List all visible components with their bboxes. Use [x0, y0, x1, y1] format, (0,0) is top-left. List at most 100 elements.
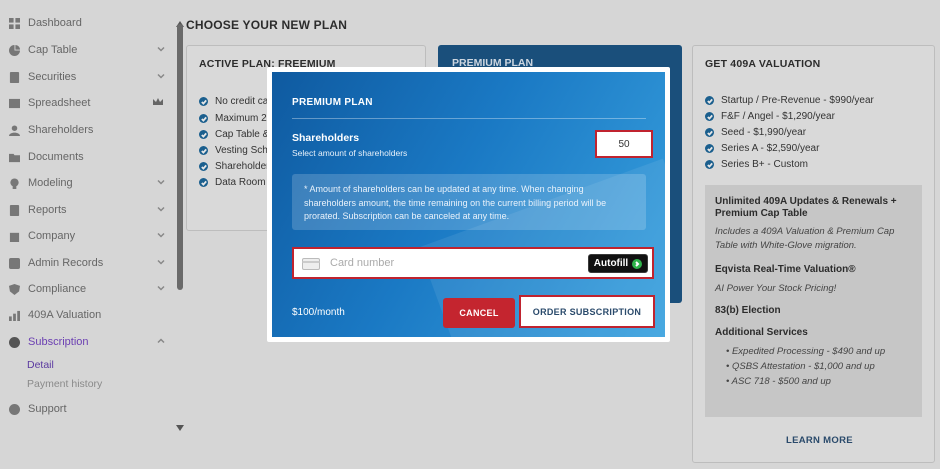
sidebar-subitem-detail[interactable]: Detail	[27, 359, 54, 371]
unlimited-title: Unlimited 409A Updates & Renewals +	[715, 196, 897, 207]
unlimited-desc: Includes a 409A Valuation & Premium Cap	[715, 226, 895, 237]
chevron-down-icon[interactable]	[156, 204, 166, 214]
scrollbar-thumb[interactable]	[177, 24, 183, 290]
chevron-down-icon[interactable]	[156, 283, 166, 293]
info-icon	[8, 336, 20, 348]
card-number-input[interactable]: Card number Autofill	[292, 247, 654, 279]
additional-item: • ASC 718 - $500 and up	[726, 376, 831, 387]
page-title: CHOOSE YOUR NEW PLAN	[186, 18, 348, 32]
sidebar-item-shareholders[interactable]: Shareholders	[8, 119, 172, 141]
sidebar-item-label: Dashboard	[28, 17, 82, 29]
realtime-title: Eqvista Real-Time Valuation®	[715, 264, 856, 275]
election-title: 83(b) Election	[715, 305, 781, 316]
sidebar-item-compliance[interactable]: Compliance	[8, 278, 172, 300]
sidebar-item-label: 409A Valuation	[28, 309, 102, 321]
chevron-down-icon[interactable]	[156, 44, 166, 54]
sidebar-item-label: Securities	[28, 71, 77, 83]
chevron-up-icon[interactable]	[156, 336, 166, 346]
user-icon	[8, 124, 20, 136]
chevron-down-icon[interactable]	[156, 177, 166, 187]
sidebar-item-label: Documents	[28, 151, 84, 163]
spreadsheet-icon	[8, 97, 20, 109]
building-icon	[8, 230, 20, 242]
chart-icon	[8, 309, 20, 321]
check-circle-icon	[705, 96, 714, 105]
check-circle-icon	[705, 128, 714, 137]
modal-body: PREMIUM PLAN Shareholders Select amount …	[272, 72, 665, 337]
check-circle-icon	[705, 144, 714, 153]
sidebar-item-spreadsheet[interactable]: Spreadsheet	[8, 92, 172, 114]
pie-chart-icon	[8, 44, 20, 56]
feature-item: Maximum 20	[199, 113, 272, 124]
sidebar: Dashboard Cap Table Securities Spreadshe…	[0, 0, 178, 469]
cancel-button[interactable]: CANCEL	[443, 298, 515, 328]
sidebar-item-cap-table[interactable]: Cap Table	[8, 39, 172, 61]
feature-item: Data Room	[199, 177, 266, 188]
additional-item: • QSBS Attestation - $1,000 and up	[726, 361, 875, 372]
scroll-up-arrow-icon[interactable]	[176, 14, 184, 27]
shareholders-sublabel: Select amount of shareholders	[292, 148, 408, 158]
sidebar-item-dashboard[interactable]: Dashboard	[8, 12, 172, 34]
feature-item: Startup / Pre-Revenue - $990/year	[705, 95, 874, 106]
shareholders-label: Shareholders	[292, 132, 360, 144]
realtime-desc: AI Power Your Stock Pricing!	[715, 283, 837, 294]
valuation-card-title: GET 409A VALUATION	[705, 58, 821, 70]
feature-item: No credit card	[199, 96, 277, 107]
sidebar-item-409a-valuation[interactable]: 409A Valuation	[8, 304, 172, 326]
dashboard-icon	[8, 17, 20, 29]
sidebar-scrollbar[interactable]	[176, 14, 184, 431]
check-circle-icon	[199, 178, 208, 187]
check-circle-icon	[199, 130, 208, 139]
scroll-down-arrow-icon[interactable]	[176, 418, 184, 431]
arrow-right-icon	[632, 258, 643, 269]
credit-card-icon	[302, 257, 320, 270]
check-circle-icon	[705, 112, 714, 121]
sidebar-item-label: Reports	[28, 204, 67, 216]
feature-item: Seed - $1,990/year	[705, 127, 806, 138]
sidebar-item-admin-records[interactable]: Admin Records	[8, 252, 172, 274]
sidebar-item-label: Company	[28, 230, 76, 242]
check-circle-icon	[199, 146, 208, 155]
document-icon	[8, 71, 20, 83]
sidebar-item-label: Modeling	[28, 177, 73, 189]
sidebar-item-modeling[interactable]: Modeling	[8, 172, 172, 194]
sidebar-item-subscription[interactable]: Subscription	[8, 331, 172, 353]
check-circle-icon	[705, 160, 714, 169]
crown-icon	[152, 97, 164, 107]
additional-item: • Expedited Processing - $490 and up	[726, 346, 886, 357]
feature-item: Shareholder	[199, 161, 269, 172]
sidebar-item-label: Shareholders	[28, 124, 94, 136]
unlimited-desc: Table with White-Glove migration.	[715, 240, 857, 251]
subscription-notice: * Amount of shareholders can be updated …	[292, 174, 646, 230]
check-circle-icon	[199, 97, 208, 106]
sidebar-item-label: Cap Table	[28, 44, 78, 56]
sidebar-item-reports[interactable]: Reports	[8, 199, 172, 221]
shield-icon	[8, 283, 20, 295]
autofill-button[interactable]: Autofill	[588, 254, 648, 273]
sidebar-item-company[interactable]: Company	[8, 225, 172, 247]
premium-plan-modal: PREMIUM PLAN Shareholders Select amount …	[267, 67, 670, 342]
feature-item: Cap Table &	[199, 129, 269, 140]
modal-divider	[292, 118, 646, 119]
modal-title: PREMIUM PLAN	[292, 97, 373, 108]
chevron-down-icon[interactable]	[156, 230, 166, 240]
admin-icon	[8, 257, 20, 269]
price-label: $100/month	[292, 307, 345, 318]
support-icon	[8, 403, 20, 415]
learn-more-link[interactable]: LEARN MORE	[786, 435, 853, 446]
feature-item: Vesting Sche	[199, 145, 273, 156]
check-circle-icon	[199, 162, 208, 171]
unlimited-title: Premium Cap Table	[715, 208, 808, 219]
lightbulb-icon	[8, 177, 20, 189]
chevron-down-icon[interactable]	[156, 71, 166, 81]
order-subscription-button[interactable]: ORDER SUBSCRIPTION	[519, 295, 655, 328]
report-icon	[8, 204, 20, 216]
sidebar-item-securities[interactable]: Securities	[8, 66, 172, 88]
sidebar-item-support[interactable]: Support	[8, 398, 172, 420]
sidebar-subitem-payment-history[interactable]: Payment history	[27, 378, 102, 390]
sidebar-item-documents[interactable]: Documents	[8, 146, 172, 168]
shareholders-input[interactable]: 50	[595, 130, 653, 158]
sidebar-item-label: Admin Records	[28, 257, 104, 269]
folder-icon	[8, 151, 20, 163]
chevron-down-icon[interactable]	[156, 257, 166, 267]
